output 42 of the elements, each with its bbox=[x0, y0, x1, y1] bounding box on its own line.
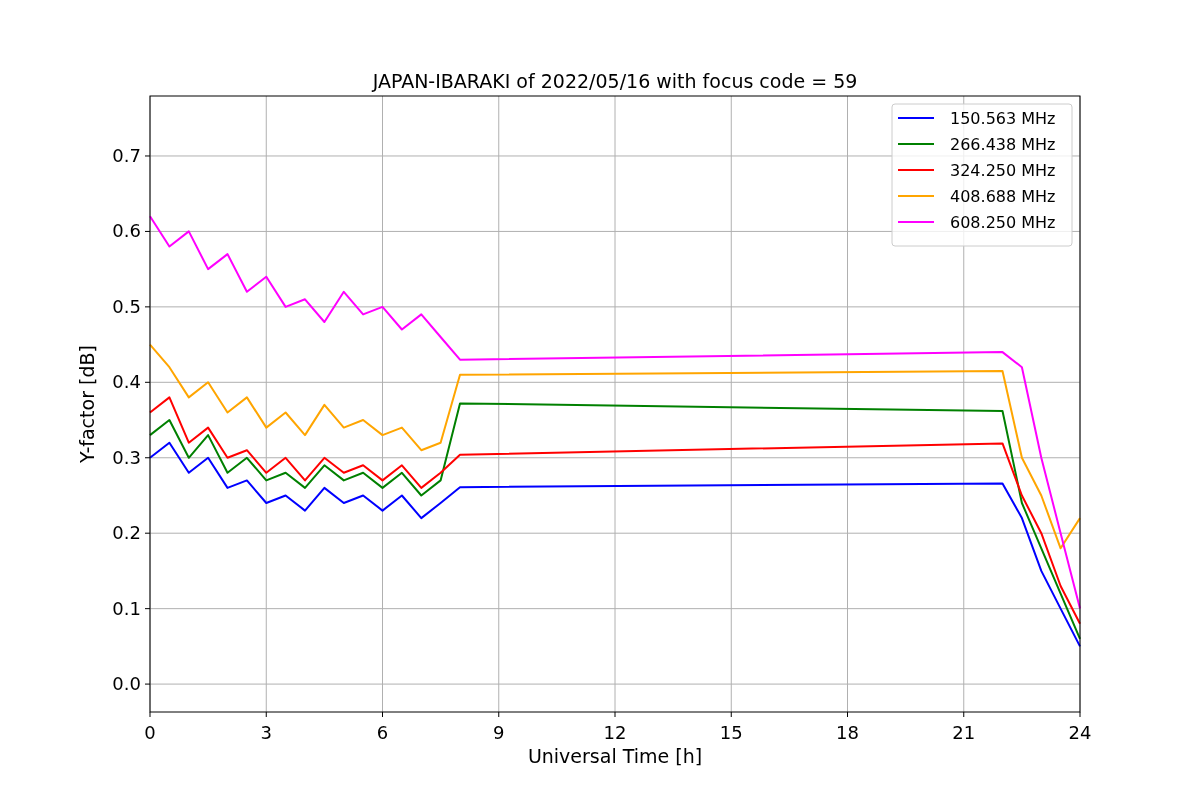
tick-label: 0.7 bbox=[112, 145, 141, 166]
tick-mark bbox=[963, 711, 965, 718]
legend-label: 324.250 MHz bbox=[950, 161, 1056, 180]
tick-mark bbox=[847, 711, 848, 718]
tick-mark bbox=[144, 230, 151, 232]
tick-label: 0.2 bbox=[112, 522, 141, 544]
tick-mark bbox=[382, 711, 383, 718]
tick-label: 0.1 bbox=[112, 597, 141, 619]
chart-title: JAPAN-IBARAKI of 2022/05/16 with focus code = 59 bbox=[372, 70, 858, 92]
tick-label: 0.0 bbox=[112, 673, 141, 695]
tick-mark bbox=[144, 306, 151, 308]
tick-mark bbox=[730, 711, 732, 718]
tick-mark bbox=[265, 711, 267, 718]
tick-label: 0.4 bbox=[112, 371, 141, 393]
axis-label: Universal Time [h] bbox=[527, 745, 703, 767]
tick-mark bbox=[1079, 711, 1081, 718]
tick-mark bbox=[144, 683, 151, 685]
tick-mark bbox=[149, 711, 151, 718]
legend-label: 150.563 MHz bbox=[950, 109, 1056, 128]
tick-label: 12 bbox=[603, 722, 627, 743]
tick-label: 0 bbox=[144, 722, 156, 743]
legend-label: 608.250 MHz bbox=[950, 213, 1056, 232]
tick-label: 6 bbox=[376, 722, 389, 743]
legend-label: 408.688 MHz bbox=[950, 187, 1056, 206]
tick-mark bbox=[144, 457, 151, 459]
tick-label: 24 bbox=[1068, 722, 1092, 743]
tick-mark bbox=[614, 711, 616, 718]
tick-label: 0.5 bbox=[112, 295, 141, 317]
tick-label: 3 bbox=[260, 722, 272, 743]
tick-mark bbox=[144, 381, 151, 383]
legend-label: 266.438 MHz bbox=[950, 135, 1056, 154]
tick-label: 0.3 bbox=[112, 446, 141, 468]
tick-mark bbox=[144, 608, 151, 610]
tick-label: 9 bbox=[493, 722, 505, 743]
tick-mark bbox=[498, 711, 500, 718]
tick-label: 21 bbox=[952, 722, 976, 743]
tick-mark bbox=[144, 155, 151, 157]
tick-mark bbox=[144, 532, 151, 534]
tick-label: 15 bbox=[719, 722, 743, 743]
tick-label: 18 bbox=[836, 722, 859, 743]
tick-label: 0.6 bbox=[112, 220, 141, 242]
axis-label: Y-factor [dB] bbox=[76, 345, 98, 463]
